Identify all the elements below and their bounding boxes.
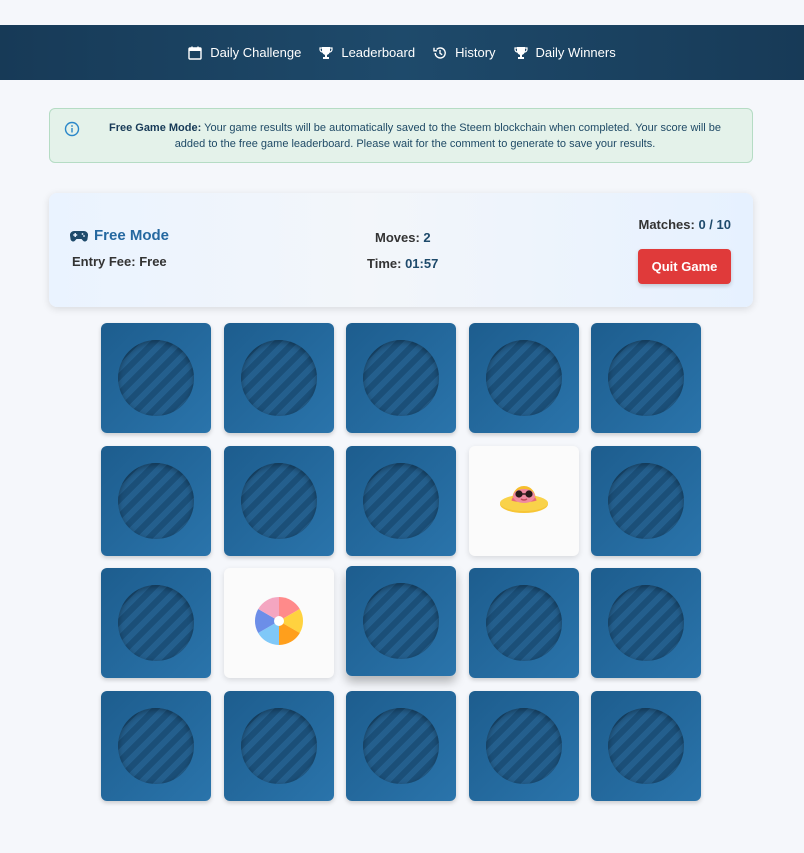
memory-card-hidden[interactable] xyxy=(101,445,211,556)
card-back-pattern xyxy=(240,707,317,784)
nav-daily-challenge[interactable]: Daily Challenge xyxy=(188,45,301,60)
memory-card-hidden[interactable] xyxy=(223,690,334,801)
time-value: 01:57 xyxy=(405,256,439,271)
card-back-pattern xyxy=(240,462,317,539)
card-back-pattern xyxy=(118,340,194,416)
card-back-pattern xyxy=(485,585,562,661)
nav-daily-challenge-label: Daily Challenge xyxy=(210,45,302,60)
info-icon xyxy=(64,121,80,136)
beach-ball-icon xyxy=(253,595,305,652)
card-back-pattern xyxy=(608,585,684,661)
memory-card-hidden[interactable] xyxy=(591,323,701,433)
card-back-pattern xyxy=(608,340,684,416)
free-mode-alert: Free Game Mode: Your game results will b… xyxy=(49,108,753,163)
memory-card-hidden[interactable] xyxy=(101,568,211,678)
nav-daily-winners[interactable]: Daily Winners xyxy=(513,45,616,60)
nav-leaderboard[interactable]: Leaderboard xyxy=(319,45,415,60)
nav-menu: Daily Challenge Leaderboard History Dail… xyxy=(179,45,624,60)
memory-card-hidden[interactable] xyxy=(223,323,334,433)
memory-card-hidden[interactable] xyxy=(223,445,334,556)
card-back-pattern xyxy=(363,583,439,659)
card-back-pattern xyxy=(118,707,194,784)
alert-text: Free Game Mode: Your game results will b… xyxy=(80,120,736,152)
memory-card-hidden[interactable] xyxy=(591,445,701,556)
alert-title: Free Game Mode: xyxy=(108,121,202,134)
card-back-pattern xyxy=(363,707,439,784)
card-back-pattern xyxy=(485,340,562,416)
alert-message: Your game results will be automatically … xyxy=(174,121,722,150)
nav-history[interactable]: History xyxy=(433,45,496,60)
memory-card-hidden[interactable] xyxy=(346,566,456,676)
card-back-pattern xyxy=(363,340,439,416)
entry-fee-value: Free xyxy=(139,254,167,269)
entry-fee-label: Entry Fee: xyxy=(72,254,136,269)
trophy-icon xyxy=(513,46,528,59)
card-back-pattern xyxy=(118,585,194,661)
memory-card-hidden[interactable] xyxy=(591,568,701,678)
card-back-pattern xyxy=(485,707,562,784)
top-navbar: Daily Challenge Leaderboard History Dail… xyxy=(0,25,804,80)
game-status-panel: Free Mode Entry Fee: Free Moves: 2 Time:… xyxy=(49,193,753,307)
entry-fee: Entry Fee: Free xyxy=(72,254,167,269)
memory-card-hidden[interactable] xyxy=(101,690,211,801)
memory-card-hidden[interactable] xyxy=(346,445,456,556)
moves-value: 2 xyxy=(423,230,431,245)
game-timer: Time: 01:57 xyxy=(367,256,438,271)
game-mode: Free Mode xyxy=(70,227,169,244)
memory-card-hidden[interactable] xyxy=(468,323,579,433)
memory-card-revealed[interactable] xyxy=(223,568,334,678)
gamepad-icon xyxy=(70,230,88,242)
history-icon xyxy=(433,46,446,59)
card-back-pattern xyxy=(240,340,317,416)
sun-hat-sunglasses-icon xyxy=(498,472,550,529)
card-back-pattern xyxy=(608,707,684,784)
matches-label: Matches: xyxy=(638,217,695,232)
moves-label: Moves: xyxy=(375,230,420,245)
card-back-pattern xyxy=(608,462,684,539)
memory-card-revealed[interactable] xyxy=(468,445,579,556)
card-back-pattern xyxy=(118,462,194,539)
trophy-icon xyxy=(319,46,333,59)
quit-game-button[interactable]: Quit Game xyxy=(638,249,731,284)
time-label: Time: xyxy=(367,256,402,271)
matches-value: 0 / 10 xyxy=(698,217,731,232)
matches-counter: Matches: 0 / 10 xyxy=(638,217,731,232)
nav-leaderboard-label: Leaderboard xyxy=(341,45,416,60)
memory-card-hidden[interactable] xyxy=(101,323,211,433)
game-mode-label: Free Mode xyxy=(94,227,170,244)
memory-card-hidden[interactable] xyxy=(591,690,701,801)
nav-history-label: History xyxy=(455,45,496,60)
nav-daily-winners-label: Daily Winners xyxy=(535,45,616,60)
memory-board xyxy=(101,323,701,801)
memory-card-hidden[interactable] xyxy=(346,690,456,801)
calendar-icon xyxy=(188,46,202,60)
memory-card-hidden[interactable] xyxy=(468,690,579,801)
card-back-pattern xyxy=(363,462,439,539)
memory-card-hidden[interactable] xyxy=(346,323,456,433)
memory-card-hidden[interactable] xyxy=(468,568,579,678)
moves-counter: Moves: 2 xyxy=(375,230,431,245)
